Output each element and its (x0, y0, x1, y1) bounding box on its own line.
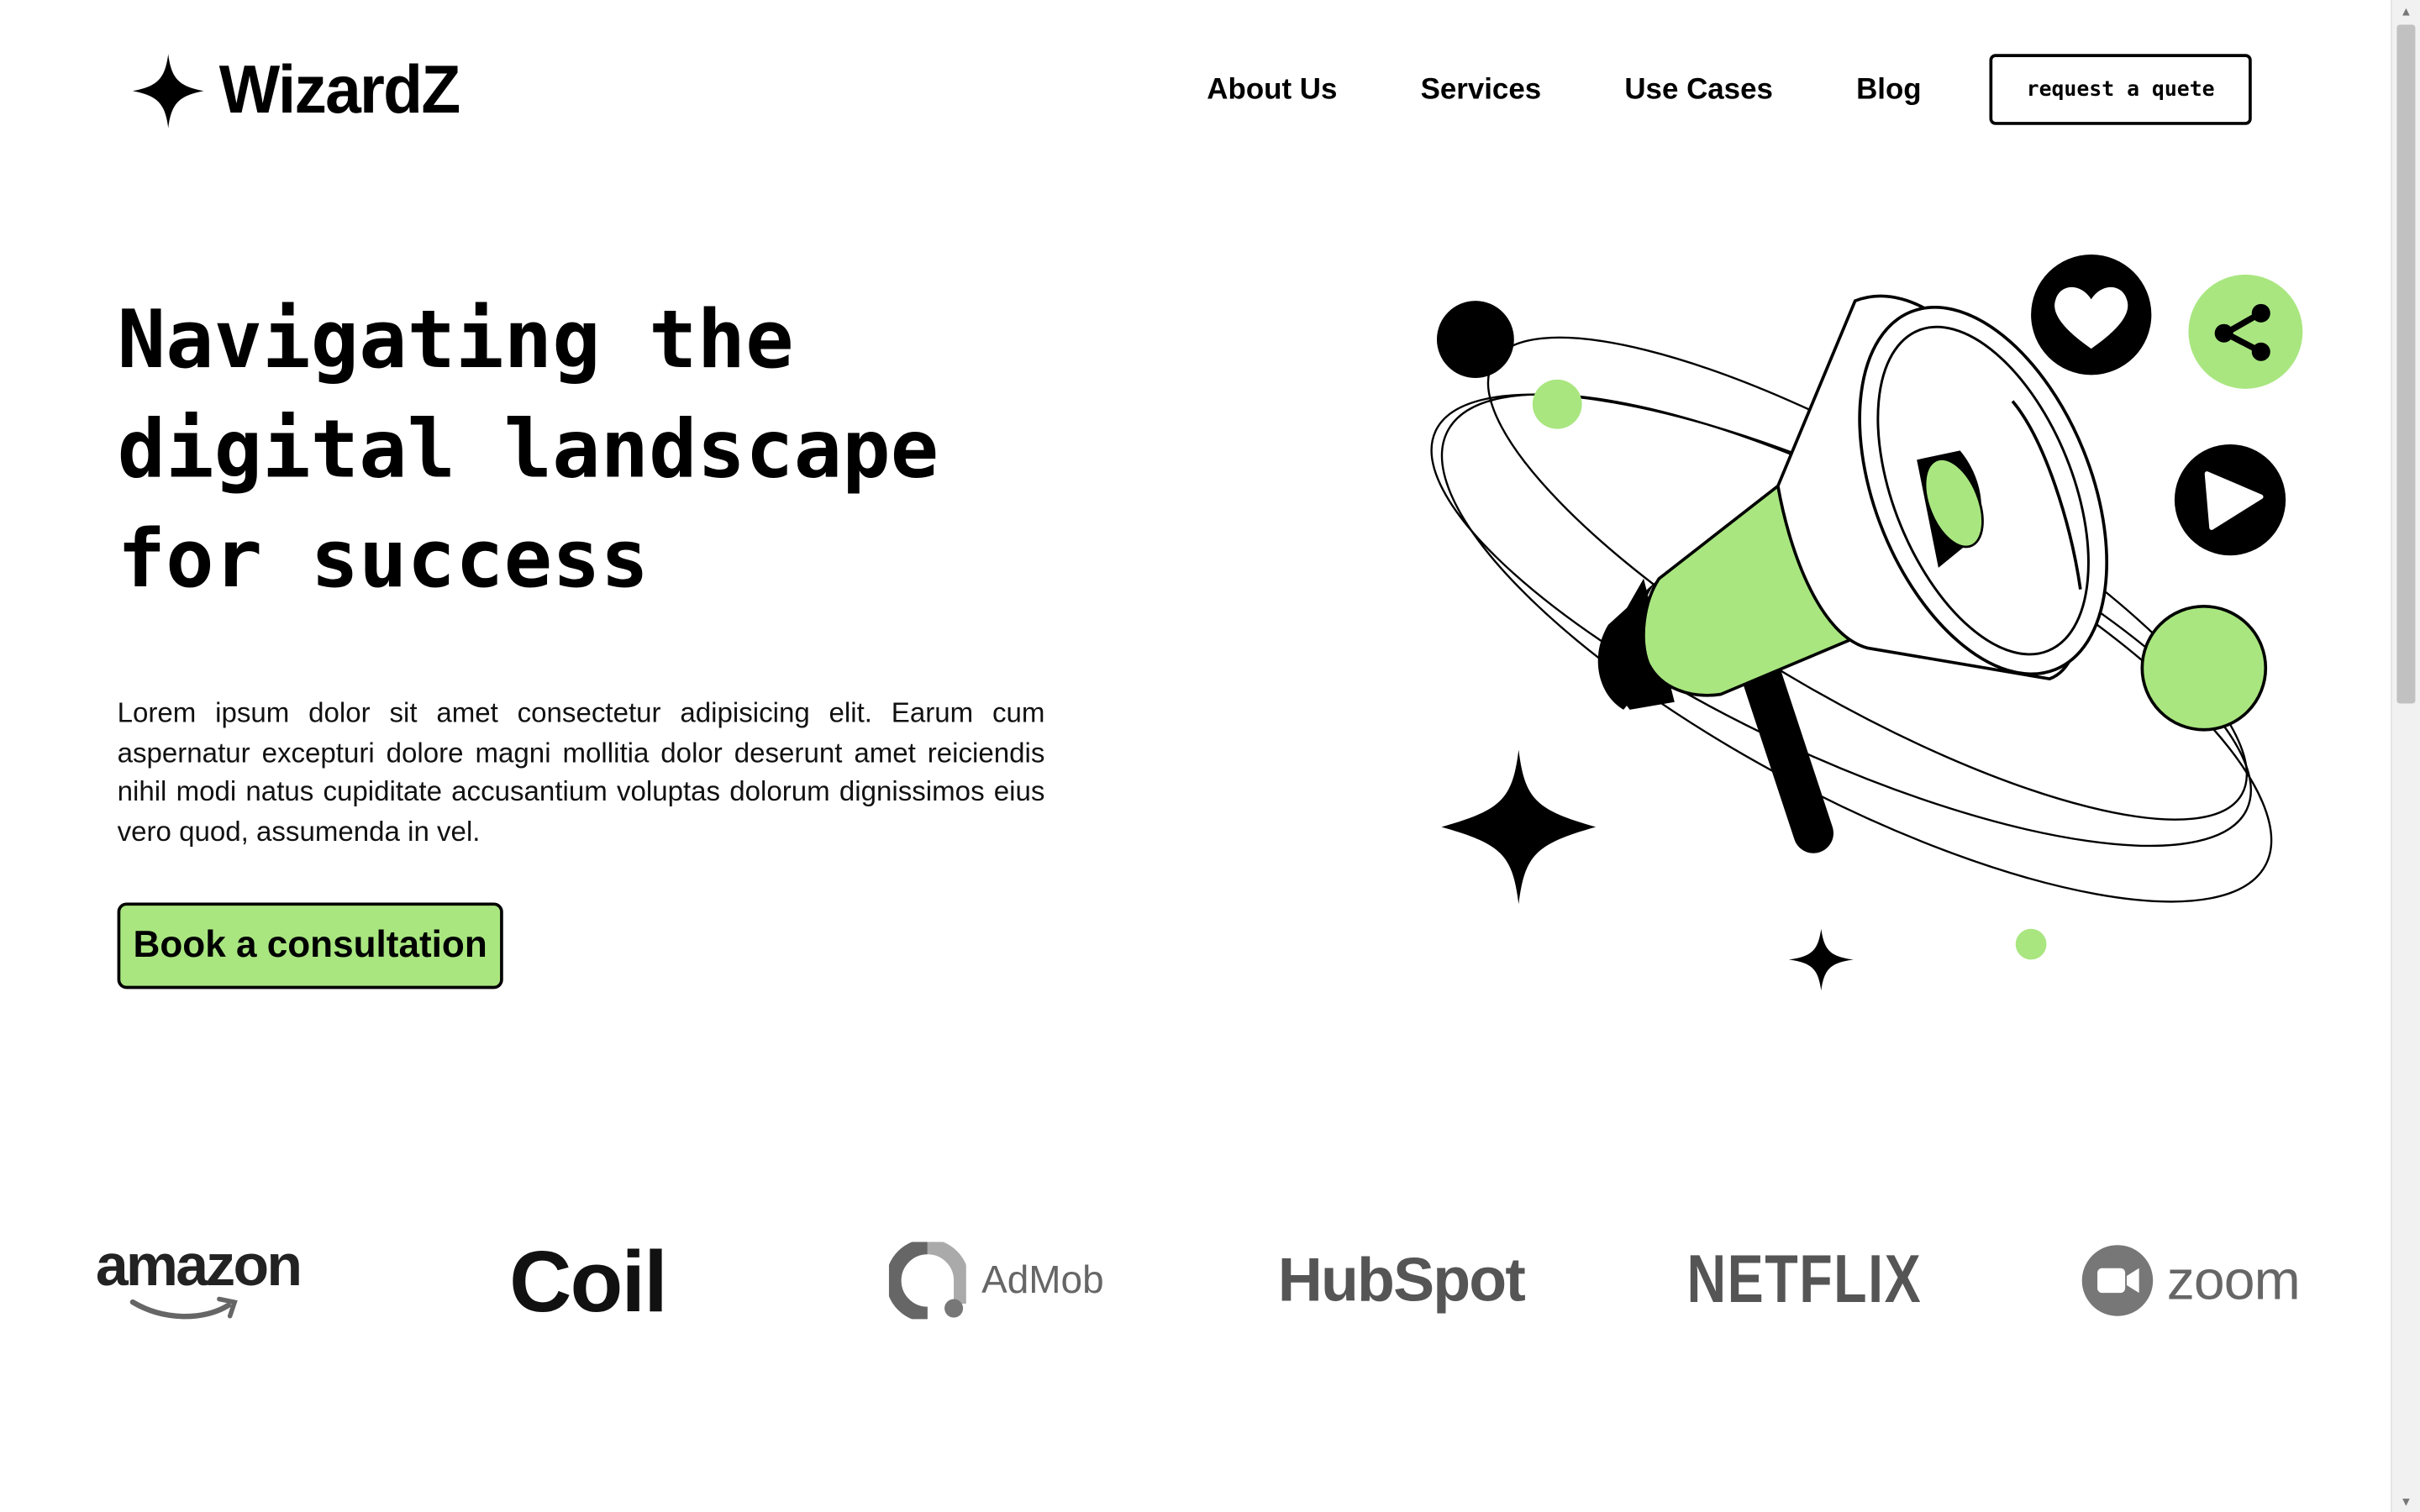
dot-green-large (2140, 604, 2268, 732)
nav-about-us[interactable]: About Us (1207, 54, 1337, 128)
hero-title: Navigating the digital landscape for suc… (118, 287, 1075, 616)
scroll-down-arrow-icon[interactable]: ▼ (2392, 1490, 2420, 1512)
zoom-camera-icon (2081, 1245, 2154, 1316)
nav-blog[interactable]: Blog (1856, 54, 1922, 128)
hero-description: Lorem ipsum dolor sit amet consectetur a… (117, 697, 1045, 847)
hero-title-line: for success (117, 513, 650, 606)
zoom-logo: zoom (2081, 1219, 2301, 1342)
sparkle-star-small-icon (1788, 928, 1854, 991)
page-scrollbar[interactable]: ▲ ▼ (2391, 0, 2420, 1512)
admob-logo: AdMob (888, 1219, 1104, 1342)
amazon-logo: amazon (96, 1219, 302, 1342)
hero-title-line: Navigating the (117, 294, 794, 388)
brand-name: WizardZ (218, 52, 460, 129)
sparkle-star-icon (132, 54, 204, 129)
netflix-logo: NETFLIX (1686, 1242, 1923, 1318)
hero-title-line: digital landscape (117, 404, 939, 497)
scrollbar-thumb[interactable] (2396, 24, 2416, 704)
share-icon (2188, 274, 2303, 389)
sparkle-star-icon (1441, 749, 1597, 905)
dot-green-small (2015, 928, 2047, 960)
nav-services[interactable]: Services (1421, 54, 1542, 128)
megaphone-illustration (1430, 255, 2303, 991)
amazon-smile-icon (129, 1296, 238, 1320)
heart-icon (2031, 255, 2152, 375)
nav-use-cases[interactable]: Use Cases (1624, 54, 1773, 128)
hubspot-logo: HubSpot (1277, 1246, 1526, 1314)
dot-black (1436, 301, 1514, 378)
play-icon (2174, 444, 2286, 556)
brand-logo[interactable]: WizardZ (132, 52, 472, 129)
scroll-up-arrow-icon[interactable]: ▲ (2392, 0, 2420, 22)
client-logos: amazon Coil AdMob HubSpot NETFLIX zoom (0, 1219, 2392, 1342)
admob-mark-icon (888, 1242, 966, 1320)
coil-logo: Coil (509, 1231, 668, 1330)
dot-green (1532, 379, 1582, 429)
book-consultation-button[interactable]: Book a consultation (117, 902, 503, 990)
main-nav: About Us Services Use Cases Blog (1207, 54, 2005, 128)
request-quote-button[interactable]: request a quete (1989, 54, 2252, 125)
page: WizardZ About Us Services Use Cases Blog… (0, 0, 2420, 1512)
